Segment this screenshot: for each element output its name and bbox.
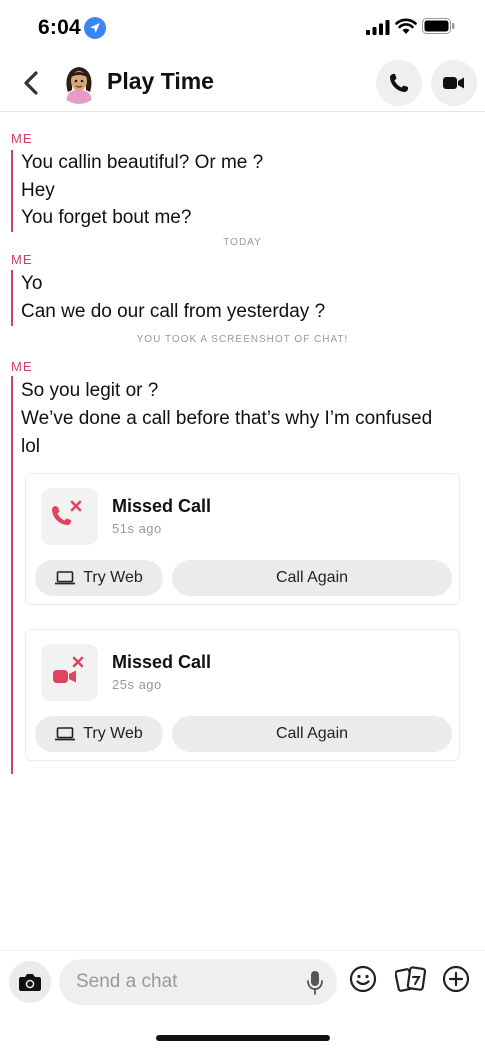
screenshot-notice: YOU TOOK A SCREENSHOT OF CHAT! [136,334,349,345]
status-time: 6:04 [38,16,81,39]
sender-label: ME [11,131,33,146]
message-text[interactable]: You callin beautiful? Or me ? [21,149,263,177]
avatar[interactable] [58,62,100,104]
message-text[interactable]: Yo [21,270,43,298]
call-title: Missed Call [112,652,212,672]
camera-icon [19,974,41,991]
message-bar [11,376,13,774]
camera-button[interactable] [9,961,51,1003]
sender-label: ME [11,359,33,374]
back-icon[interactable] [18,68,44,98]
try-web-button[interactable]: Try Web [35,716,163,752]
message-text[interactable]: Hey [21,177,55,205]
message-bar [11,270,13,326]
message-text[interactable]: So you legit or ? [21,377,158,405]
missed-voice-call-icon [41,488,98,545]
call-time: 25s ago [112,677,162,692]
call-time: 51s ago [112,521,162,536]
status-bar: 6:04 [0,0,485,56]
call-again-label: Call Again [275,569,349,586]
missed-video-call-icon [41,644,98,701]
sticker-icon[interactable] [395,965,427,993]
call-again-label: Call Again [275,725,349,742]
missed-call-card: Missed Call 25s ago Try Web Call Again [25,629,460,761]
message-text[interactable]: You forget bout me? [21,204,191,232]
microphone-icon[interactable] [306,970,324,996]
call-again-button[interactable]: Call Again [172,560,452,596]
video-call-button[interactable] [431,60,477,106]
laptop-icon [55,727,76,741]
call-title: Missed Call [112,496,212,516]
wifi-icon [395,18,417,34]
composer-bar [0,950,485,1049]
chat-input-container[interactable] [59,959,337,1005]
laptop-icon [55,571,76,585]
home-indicator [156,1035,330,1041]
chat-input[interactable] [76,959,296,1005]
message-text[interactable]: We’ve done a call before that’s why I’m … [21,405,432,433]
try-web-label: Try Web [83,569,143,586]
signal-icon [366,20,390,35]
video-icon [443,77,464,89]
emoji-icon[interactable] [349,965,377,993]
message-text[interactable]: Can we do our call from yesterday ? [21,298,325,326]
try-web-label: Try Web [83,725,143,742]
location-arrow-icon [84,17,106,39]
message-text[interactable]: lol [21,433,40,461]
plus-icon[interactable] [442,965,470,993]
missed-call-card: Missed Call 51s ago Try Web Call Again [25,473,460,605]
call-again-button[interactable]: Call Again [172,716,452,752]
phone-icon [390,74,408,92]
battery-icon [422,18,455,34]
voice-call-button[interactable] [376,60,422,106]
chat-title[interactable]: Play Time [107,68,214,95]
message-bar [11,150,13,232]
date-divider: TODAY [223,237,262,248]
chat-header: Play Time [0,56,485,112]
try-web-button[interactable]: Try Web [35,560,163,596]
sender-label: ME [11,252,33,267]
